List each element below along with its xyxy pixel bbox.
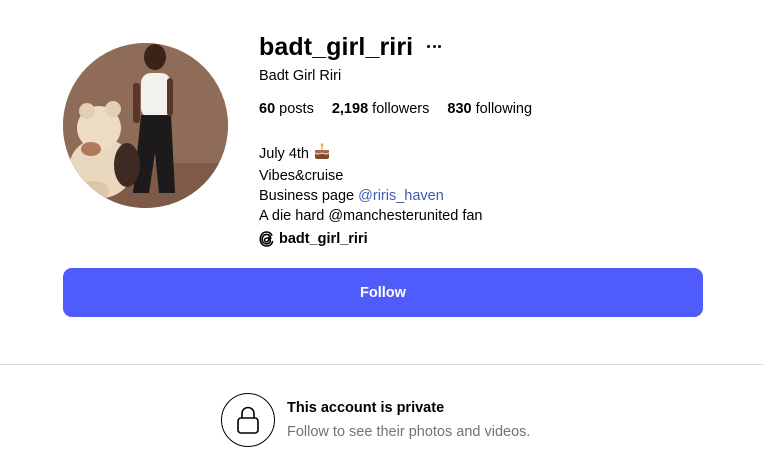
threads-handle: badt_girl_riri: [279, 231, 368, 247]
cake-icon: [313, 143, 331, 166]
posts-stat: 60 posts: [259, 101, 314, 117]
bio-line-vibes: Vibes&cruise: [259, 168, 344, 184]
private-title: This account is private: [287, 400, 445, 416]
threads-link[interactable]: badt_girl_riri: [259, 229, 483, 249]
posts-label: posts: [279, 101, 314, 117]
profile-stats: 60 posts 2,198 followers 830 following: [259, 101, 550, 117]
profile-display-name: Badt Girl Riri: [259, 68, 342, 84]
bio-line-birthday: July 4th: [259, 143, 483, 166]
following-label: following: [475, 101, 533, 117]
bio-line-fan: A die hard @manchesterunited fan: [259, 208, 483, 224]
more-options-icon[interactable]: [427, 45, 442, 49]
private-subtitle: Follow to see their photos and videos.: [287, 424, 531, 440]
section-divider: [0, 364, 764, 365]
avatar-photo: [63, 43, 228, 208]
business-mention-link[interactable]: @riris_haven: [358, 188, 444, 204]
private-notice-text: This account is private Follow to see th…: [287, 400, 530, 440]
profile-bio: July 4th Vibes&cruise Business page @rir…: [259, 143, 483, 249]
profile-avatar[interactable]: [63, 43, 228, 208]
follow-button[interactable]: Follow: [63, 268, 703, 317]
followers-stat[interactable]: 2,198 followers: [332, 101, 430, 117]
followers-count: 2,198: [331, 101, 369, 117]
lock-icon-circle: [221, 393, 275, 447]
following-stat[interactable]: 830 following: [447, 101, 532, 117]
threads-icon: [259, 231, 274, 247]
bio-line-business: Business page @riris_haven: [259, 188, 444, 204]
following-count: 830: [447, 101, 472, 117]
followers-label: followers: [372, 101, 430, 117]
lock-icon: [237, 406, 259, 434]
posts-count: 60: [259, 101, 276, 117]
private-account-notice: This account is private Follow to see th…: [221, 393, 530, 447]
profile-username: badt_girl_riri: [259, 32, 414, 61]
username-row: badt_girl_riri: [259, 30, 442, 64]
